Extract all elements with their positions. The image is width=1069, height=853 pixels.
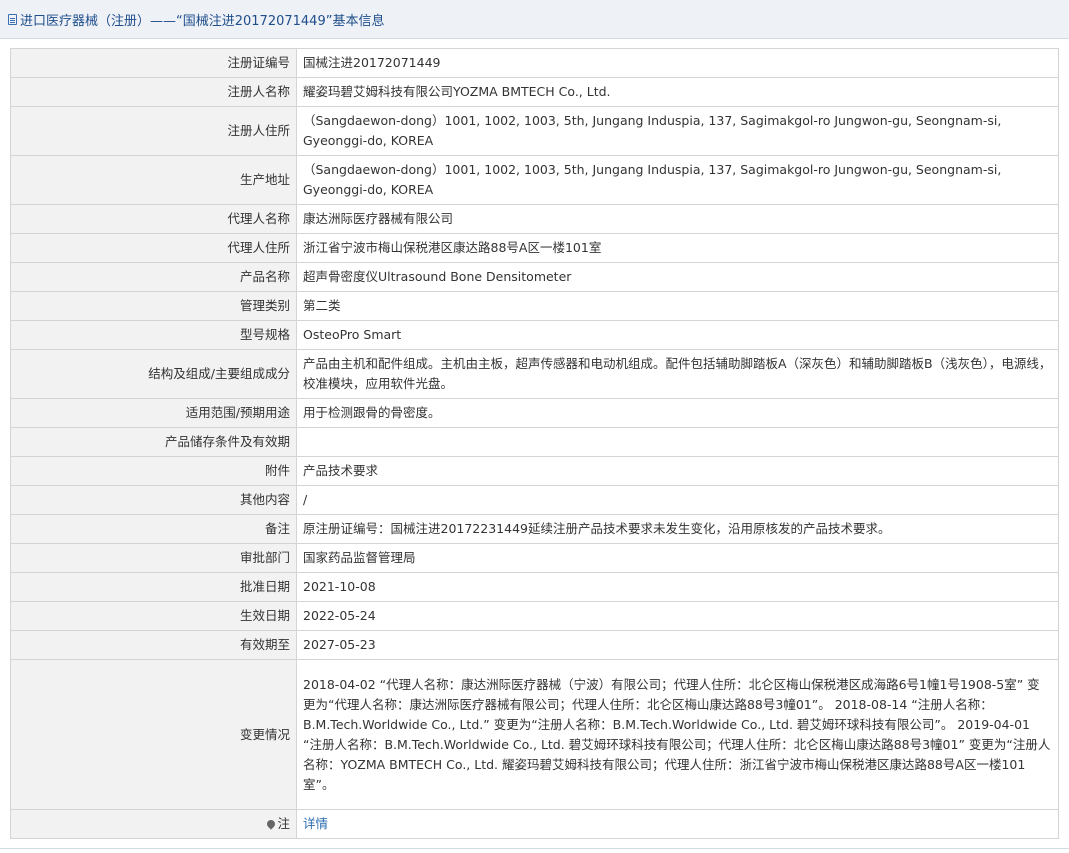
table-row: 产品储存条件及有效期 — [10, 427, 1059, 457]
table-row: 生效日期 2022-05-24 — [10, 601, 1059, 631]
change-history-value: 2018-04-02 “代理人名称：康达洲际医疗器械（宁波）有限公司；代理人住所… — [296, 659, 1059, 810]
row-label: 批准日期 — [10, 572, 297, 602]
table-row: 型号规格 OsteoPro Smart — [10, 320, 1059, 350]
row-label: 产品储存条件及有效期 — [10, 427, 297, 457]
table-row: 注册人名称 耀姿玛碧艾姆科技有限公司YOZMA BMTECH Co., Ltd. — [10, 77, 1059, 107]
row-value: OsteoPro Smart — [296, 320, 1059, 350]
row-value: 康达洲际医疗器械有限公司 — [296, 204, 1059, 234]
note-row: 注 详情 — [10, 809, 1059, 839]
row-value: 产品技术要求 — [296, 456, 1059, 486]
row-value: 浙江省宁波市梅山保税港区康达路88号A区一楼101室 — [296, 233, 1059, 263]
table-row: 结构及组成/主要组成成分 产品由主机和配件组成。主机由主板，超声传感器和电动机组… — [10, 349, 1059, 399]
row-label: 结构及组成/主要组成成分 — [10, 349, 297, 399]
row-value: 国家药品监督管理局 — [296, 543, 1059, 573]
details-link[interactable]: 详情 — [303, 816, 328, 831]
row-label: 其他内容 — [10, 485, 297, 515]
row-value: 国械注进20172071449 — [296, 48, 1059, 78]
row-label: 适用范围/预期用途 — [10, 398, 297, 428]
row-value: 超声骨密度仪Ultrasound Bone Densitometer — [296, 262, 1059, 292]
table-row: 有效期至 2027-05-23 — [10, 630, 1059, 660]
page-title: 进口医疗器械（注册）——“国械注进20172071449”基本信息 — [20, 13, 385, 29]
row-value: 2021-10-08 — [296, 572, 1059, 602]
row-value: （Sangdaewon-dong）1001, 1002, 1003, 5th, … — [296, 106, 1059, 156]
row-label: 备注 — [10, 514, 297, 544]
row-value: 第二类 — [296, 291, 1059, 321]
row-label: 生效日期 — [10, 601, 297, 631]
row-value — [296, 427, 1059, 457]
row-label: 注册人住所 — [10, 106, 297, 156]
row-value: 耀姿玛碧艾姆科技有限公司YOZMA BMTECH Co., Ltd. — [296, 77, 1059, 107]
row-label: 代理人名称 — [10, 204, 297, 234]
row-label: 代理人住所 — [10, 233, 297, 263]
pin-icon — [265, 817, 278, 830]
row-label: 有效期至 — [10, 630, 297, 660]
row-value: / — [296, 485, 1059, 515]
table-row: 注册人住所 （Sangdaewon-dong）1001, 1002, 1003,… — [10, 106, 1059, 156]
row-label: 型号规格 — [10, 320, 297, 350]
row-label: 生产地址 — [10, 155, 297, 205]
row-label: 注册人名称 — [10, 77, 297, 107]
table-row: 管理类别 第二类 — [10, 291, 1059, 321]
note-value-cell: 详情 — [296, 809, 1059, 839]
row-value: 产品由主机和配件组成。主机由主板，超声传感器和电动机组成。配件包括辅助脚踏板A（… — [296, 349, 1059, 399]
info-table: 注册证编号 国械注进20172071449 注册人名称 耀姿玛碧艾姆科技有限公司… — [10, 48, 1059, 839]
document-icon — [8, 13, 17, 25]
page: 进口医疗器械（注册）——“国械注进20172071449”基本信息 注册证编号 … — [0, 0, 1069, 853]
table-row: 备注 原注册证编号：国械注进20172231449延续注册产品技术要求未发生变化… — [10, 514, 1059, 544]
bottom-divider — [0, 848, 1069, 849]
note-label-cell: 注 — [10, 809, 297, 839]
table-row: 其他内容 / — [10, 485, 1059, 515]
row-value: 2022-05-24 — [296, 601, 1059, 631]
table-row: 代理人住所 浙江省宁波市梅山保税港区康达路88号A区一楼101室 — [10, 233, 1059, 263]
row-value: 2027-05-23 — [296, 630, 1059, 660]
table-row: 生产地址 （Sangdaewon-dong）1001, 1002, 1003, … — [10, 155, 1059, 205]
row-label: 注册证编号 — [10, 48, 297, 78]
table-row: 适用范围/预期用途 用于检测跟骨的骨密度。 — [10, 398, 1059, 428]
row-label: 审批部门 — [10, 543, 297, 573]
table-row: 批准日期 2021-10-08 — [10, 572, 1059, 602]
row-label: 管理类别 — [10, 291, 297, 321]
row-label: 产品名称 — [10, 262, 297, 292]
table-row: 注册证编号 国械注进20172071449 — [10, 48, 1059, 78]
table-row: 代理人名称 康达洲际医疗器械有限公司 — [10, 204, 1059, 234]
note-label: 注 — [277, 816, 290, 831]
table-row: 变更情况 2018-04-02 “代理人名称：康达洲际医疗器械（宁波）有限公司；… — [10, 659, 1059, 810]
row-value: 原注册证编号：国械注进20172231449延续注册产品技术要求未发生变化，沿用… — [296, 514, 1059, 544]
title-bar: 进口医疗器械（注册）——“国械注进20172071449”基本信息 — [0, 0, 1069, 39]
row-label: 变更情况 — [10, 659, 297, 810]
row-value: 用于检测跟骨的骨密度。 — [296, 398, 1059, 428]
row-value: （Sangdaewon-dong）1001, 1002, 1003, 5th, … — [296, 155, 1059, 205]
row-label: 附件 — [10, 456, 297, 486]
table-row: 产品名称 超声骨密度仪Ultrasound Bone Densitometer — [10, 262, 1059, 292]
table-row: 审批部门 国家药品监督管理局 — [10, 543, 1059, 573]
table-row: 附件 产品技术要求 — [10, 456, 1059, 486]
